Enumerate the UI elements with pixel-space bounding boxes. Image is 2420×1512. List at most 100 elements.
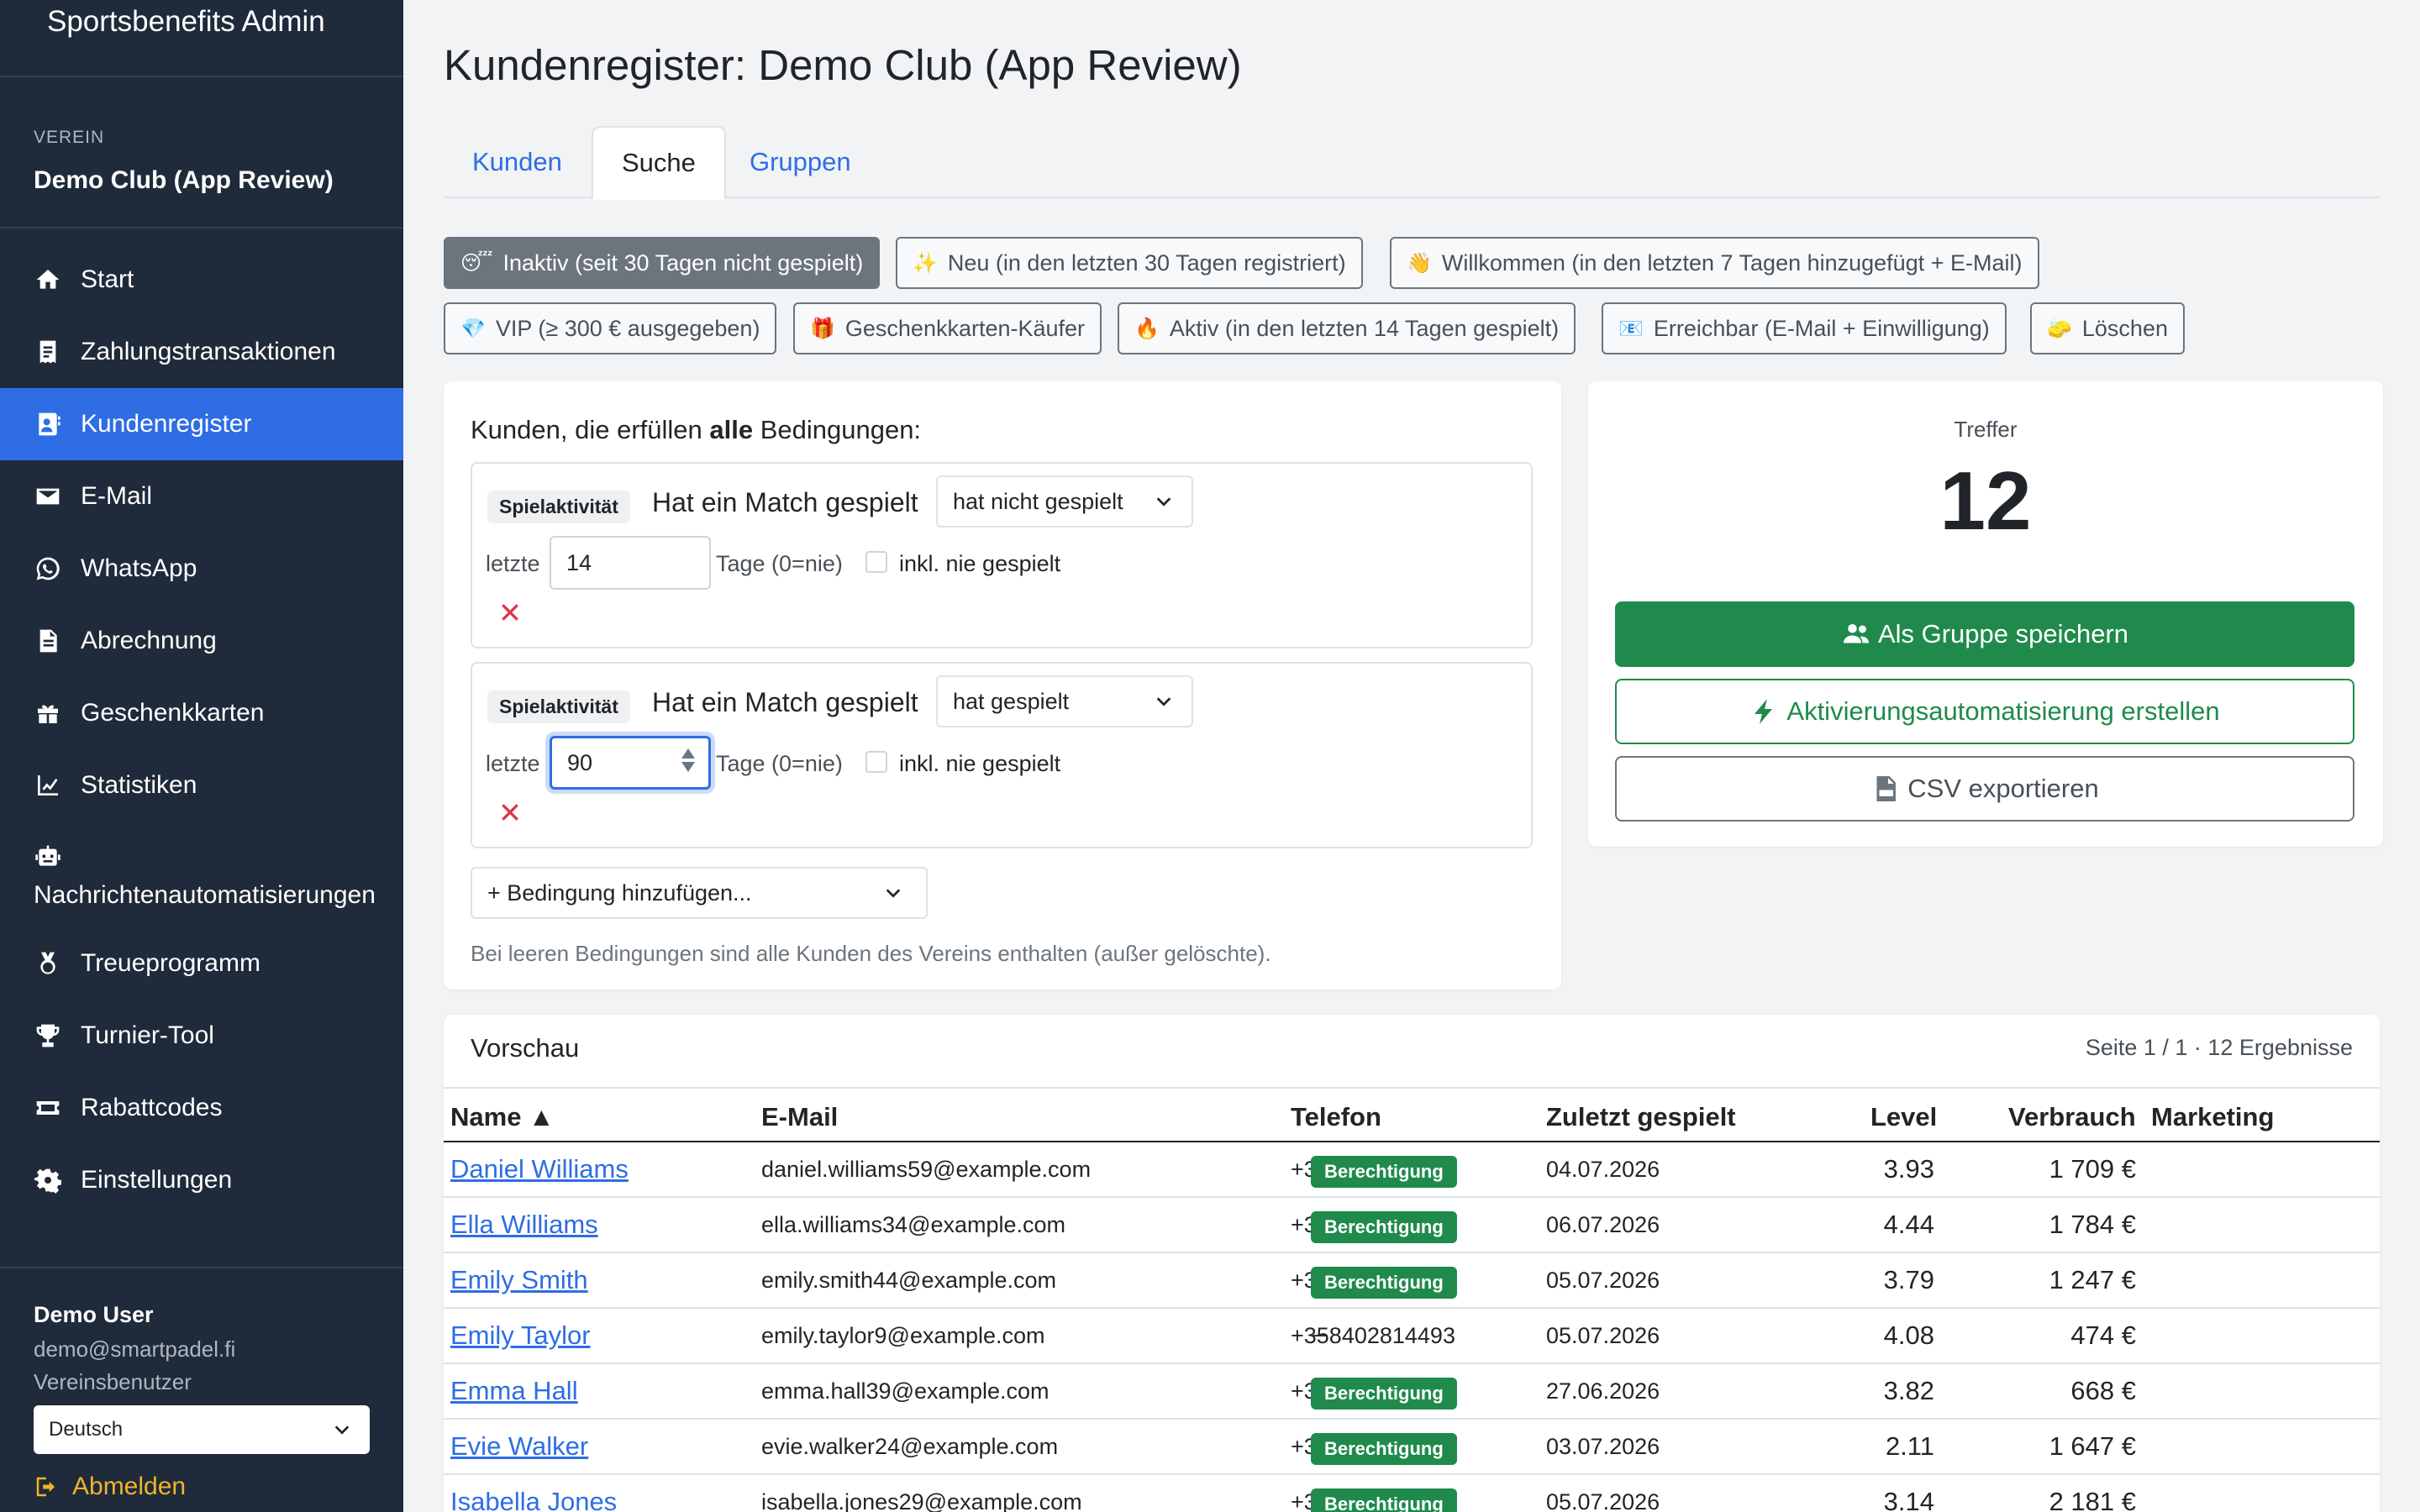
customer-level: 3.14	[1883, 1487, 1934, 1512]
customer-name-link[interactable]: Evie Walker	[450, 1431, 588, 1462]
sidebar-item-email[interactable]: E-Mail	[0, 460, 403, 533]
customer-email: emma.hall39@example.com	[761, 1378, 1050, 1404]
sidebar-item-kundenregister[interactable]: Kundenregister	[0, 388, 403, 460]
sidebar-item-start[interactable]: Start	[0, 244, 403, 316]
tab-suche[interactable]: Suche	[592, 126, 726, 200]
customer-name-link[interactable]: Emma Hall	[450, 1376, 578, 1406]
column-header-last-played[interactable]: Zuletzt gespielt	[1546, 1102, 1736, 1132]
club-caption: VEREIN	[34, 128, 105, 147]
conditions-hint: Bei leeren Bedingungen sind alle Kunden …	[471, 941, 1271, 966]
number-spinner[interactable]	[681, 748, 695, 772]
chip-label: VIP (≥ 300 € ausgegeben)	[495, 315, 760, 341]
eraser-icon: 🧽	[2047, 317, 2072, 340]
create-automation-button[interactable]: Aktivierungsautomatisierung erstellen	[1615, 679, 2354, 744]
customer-level: 4.44	[1883, 1210, 1934, 1239]
sidebar-item-zahlungstransaktionen[interactable]: Zahlungstransaktionen	[0, 316, 403, 388]
close-icon	[502, 804, 518, 821]
chevron-down-icon	[1156, 697, 1171, 706]
column-header-phone[interactable]: Telefon	[1291, 1102, 1381, 1132]
export-csv-label: CSV exportieren	[1907, 774, 2099, 803]
include-never-checkbox[interactable]	[865, 551, 887, 573]
sidebar-item-abrechnung[interactable]: Abrechnung	[0, 605, 403, 677]
preset-loeschen[interactable]: 🧽 Löschen	[2030, 302, 2185, 354]
include-never-checkbox[interactable]	[865, 751, 887, 773]
condition-category-badge: Spielaktivität	[487, 690, 630, 723]
chevron-down-icon	[886, 889, 901, 898]
language-select[interactable]: Deutsch	[34, 1405, 370, 1454]
customer-spend: 474 €	[2070, 1320, 2136, 1350]
sidebar-item-label: Geschenkkarten	[81, 699, 265, 727]
remove-condition-button[interactable]	[499, 601, 521, 623]
hits-count: 12	[1939, 454, 2032, 547]
condition-row: Spielaktivität Hat ein Match gespielt ha…	[471, 462, 1533, 648]
condition-row: Spielaktivität Hat ein Match gespielt ha…	[471, 662, 1533, 848]
column-header-spend[interactable]: Verbrauch	[2008, 1102, 2136, 1132]
save-as-group-button[interactable]: Als Gruppe speichern	[1615, 601, 2354, 667]
conditions-card: Kunden, die erfüllen alle Bedingungen: S…	[444, 381, 1561, 990]
sidebar-item-treueprogramm[interactable]: Treueprogramm	[0, 927, 403, 1000]
customer-spend: 1 647 €	[2049, 1431, 2136, 1461]
preset-inaktiv[interactable]: 😴 Inaktiv (seit 30 Tagen nicht gespielt)	[444, 237, 881, 289]
brand-title[interactable]: Sportsbenefits Admin	[0, 0, 403, 77]
sidebar-item-einstellungen[interactable]: Einstellungen	[0, 1144, 403, 1216]
days-input[interactable]: 14	[550, 536, 711, 590]
preset-geschenkkarten-kaeufer[interactable]: 🎁 Geschenkkarten-Käufer	[793, 302, 1102, 354]
sidebar-item-label: Einstellungen	[81, 1166, 233, 1194]
user-email: demo@smartpadel.fi	[34, 1336, 236, 1362]
table-header: Name ▲ E-Mail Telefon Zuletzt gespielt L…	[444, 1087, 2380, 1142]
column-header-marketing[interactable]: Marketing	[2151, 1102, 2274, 1132]
chip-label: Aktiv (in den letzten 14 Tagen gespielt)	[1169, 315, 1560, 341]
sidebar-item-nachrichtenautomatisierungen[interactable]: Nachrichtenautomatisierungen	[0, 822, 403, 927]
sidebar-item-turnier-tool[interactable]: Turnier-Tool	[0, 1000, 403, 1072]
invoice-icon	[34, 627, 62, 655]
sidebar-item-label: Nachrichtenautomatisierungen	[34, 881, 376, 909]
condition-label: Hat ein Match gespielt	[652, 487, 918, 517]
customer-name-link[interactable]: Isabella Jones	[450, 1487, 617, 1512]
chip-label: Inaktiv (seit 30 Tagen nicht gespielt)	[502, 249, 864, 276]
table-row: Isabella Jones isabella.jones29@example.c…	[444, 1475, 2380, 1512]
condition-operator-select[interactable]: hat gespielt	[936, 675, 1193, 727]
fire-icon: 🔥	[1134, 317, 1160, 340]
customer-email: evie.walker24@example.com	[761, 1434, 1059, 1459]
preset-vip[interactable]: 💎 VIP (≥ 300 € ausgegeben)	[444, 302, 777, 354]
condition-operator-select[interactable]: hat nicht gespielt	[936, 475, 1193, 528]
customer-name-link[interactable]: Emily Taylor	[450, 1320, 591, 1351]
days-prefix: letzte	[486, 751, 540, 776]
preset-willkommen[interactable]: 👋 Willkommen (in den letzten 7 Tagen hin…	[1390, 237, 2039, 289]
create-automation-label: Aktivierungsautomatisierung erstellen	[1786, 696, 2220, 726]
customer-email: isabella.jones29@example.com	[761, 1489, 1082, 1512]
days-value: 14	[566, 549, 592, 575]
tab-kunden[interactable]: Kunden	[444, 126, 591, 198]
customer-spend: 1 784 €	[2049, 1210, 2136, 1239]
customer-last-played: 04.07.2026	[1546, 1157, 1660, 1182]
preset-aktiv[interactable]: 🔥 Aktiv (in den letzten 14 Tagen gespiel…	[1118, 302, 1576, 354]
sidebar-item-label: Turnier-Tool	[81, 1021, 214, 1049]
receipt-icon	[34, 338, 62, 366]
add-condition-select[interactable]: + Bedingung hinzufügen...	[471, 867, 928, 919]
waving-hand-icon: 👋	[1407, 251, 1432, 275]
table-row: Daniel Williams daniel.williams59@example…	[444, 1142, 2380, 1198]
sidebar-item-rabattcodes[interactable]: Rabattcodes	[0, 1072, 403, 1144]
preset-erreichbar[interactable]: 📧 Erreichbar (E-Mail + Einwilligung)	[1602, 302, 2007, 354]
remove-condition-button[interactable]	[499, 801, 521, 823]
tab-gruppen[interactable]: Gruppen	[721, 126, 880, 198]
customer-last-played: 05.07.2026	[1546, 1489, 1660, 1512]
customer-name-link[interactable]: Ella Williams	[450, 1210, 598, 1240]
customer-name-link[interactable]: Emily Smith	[450, 1265, 588, 1295]
customer-spend: 668 €	[2070, 1376, 2136, 1405]
customer-name-link[interactable]: Daniel Williams	[450, 1154, 629, 1184]
customer-last-played: 06.07.2026	[1546, 1212, 1660, 1237]
column-header-email[interactable]: E-Mail	[761, 1102, 838, 1132]
sidebar-item-whatsapp[interactable]: WhatsApp	[0, 533, 403, 605]
sidebar: Sportsbenefits Admin VEREIN Demo Club (A…	[0, 0, 403, 1512]
days-input[interactable]: 90	[550, 736, 711, 790]
sidebar-item-statistiken[interactable]: Statistiken	[0, 749, 403, 822]
logout-link[interactable]: Abmelden	[34, 1473, 370, 1501]
preset-neu[interactable]: ✨ Neu (in den letzten 30 Tagen registrie…	[896, 237, 1363, 289]
envelope-icon	[34, 482, 62, 511]
export-csv-button[interactable]: CSV exportieren	[1615, 756, 2354, 822]
column-header-level[interactable]: Level	[1870, 1102, 1937, 1132]
column-header-name[interactable]: Name ▲	[450, 1102, 555, 1132]
table-row: Emma Hallemma.hall39@example.com+3584019…	[444, 1364, 2380, 1420]
sidebar-item-geschenkkarten[interactable]: Geschenkkarten	[0, 677, 403, 749]
